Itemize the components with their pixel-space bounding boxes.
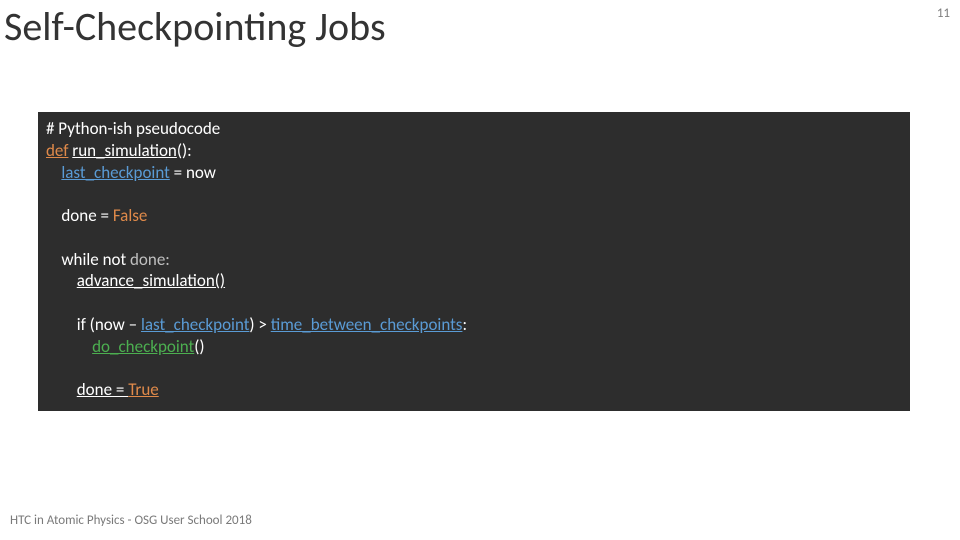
code-text: done = bbox=[77, 379, 128, 400]
code-text: while not bbox=[61, 249, 130, 270]
slide-title: Self-Checkpointing Jobs bbox=[4, 2, 386, 51]
code-fn-name: run_simulation bbox=[72, 140, 177, 161]
code-var: time_between_checkpoints bbox=[271, 314, 463, 335]
code-var: last_checkpoint bbox=[141, 314, 249, 335]
code-text: = now bbox=[170, 162, 216, 183]
code-text: () bbox=[194, 336, 204, 357]
footer-text: HTC in Atomic Physics - OSG User School … bbox=[10, 513, 252, 528]
code-text: : bbox=[462, 314, 467, 335]
code-text: done = bbox=[61, 205, 112, 226]
code-block: # Python-ish pseudocode def run_simulati… bbox=[38, 112, 910, 411]
code-var: last_checkpoint bbox=[61, 162, 169, 183]
code-call: advance_simulation() bbox=[77, 270, 225, 291]
code-text: if (now – bbox=[77, 314, 141, 335]
code-var: done: bbox=[130, 249, 170, 270]
code-text: (): bbox=[177, 140, 192, 161]
code-literal: True bbox=[128, 379, 159, 400]
code-keyword-def: def bbox=[46, 140, 68, 161]
code-literal: False bbox=[113, 205, 148, 226]
code-call: do_checkpoint bbox=[92, 336, 194, 357]
page-number: 11 bbox=[937, 6, 950, 21]
code-comment: # Python-ish pseudocode bbox=[46, 118, 220, 139]
code-text: ) > bbox=[249, 314, 270, 335]
